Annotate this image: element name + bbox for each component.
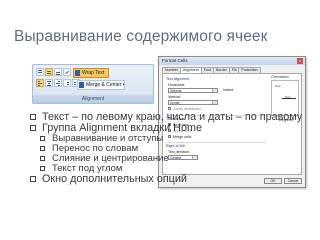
orientation-heading: Orientation bbox=[271, 75, 289, 79]
vertical-align-row bbox=[36, 68, 71, 77]
slide-title: Выравнивание содержимого ячеек bbox=[14, 28, 268, 45]
justify-distributed-checkbox[interactable] bbox=[168, 107, 171, 110]
orientation-icon[interactable] bbox=[63, 68, 71, 76]
merge-center-button[interactable]: Merge & Center ▾ bbox=[77, 80, 125, 90]
square-bullet-icon bbox=[40, 136, 45, 141]
vertical-label: Vertical: bbox=[168, 95, 181, 99]
list-item-text: Окно дополнительных опций bbox=[42, 173, 187, 185]
dialog-title: Format Cells bbox=[159, 57, 305, 65]
align-left-icon[interactable] bbox=[36, 79, 44, 87]
bullet-list: Текст – по левому краю, числа и даты – п… bbox=[30, 112, 310, 185]
wrap-text-button[interactable]: Wrap Text bbox=[73, 68, 109, 78]
wrap-text-label: Wrap Text bbox=[82, 70, 105, 76]
ribbon-alignment-group: Wrap Text Merge & Center ▾ Alignment bbox=[32, 64, 154, 104]
merge-center-label: Merge & Center bbox=[86, 82, 122, 88]
list-item-text: Группа Alignment вкладки Home bbox=[42, 122, 202, 134]
vertical-text-sample[interactable]: Text bbox=[275, 84, 281, 88]
vertical-select[interactable]: Center bbox=[168, 100, 218, 105]
list-item-text: Текст – по левому краю, числа и даты – п… bbox=[42, 111, 303, 123]
indent-label: Indent: bbox=[223, 88, 234, 92]
horizontal-select[interactable]: General bbox=[168, 88, 218, 93]
align-bottom-icon[interactable] bbox=[54, 68, 62, 76]
list-item: Окно дополнительных опций bbox=[30, 174, 310, 184]
decrease-indent-icon[interactable] bbox=[63, 79, 71, 87]
close-icon[interactable]: x bbox=[297, 58, 303, 64]
text-alignment-heading: Text alignment bbox=[166, 77, 190, 81]
horizontal-align-row bbox=[36, 79, 80, 88]
list-item: Текст – по левому краю, числа и даты – п… bbox=[30, 112, 310, 122]
square-bullet-icon bbox=[40, 156, 45, 161]
horizontal-label: Horizontal: bbox=[168, 83, 186, 87]
square-bullet-icon bbox=[40, 166, 45, 171]
list-item: Группа Alignment вкладки Home bbox=[30, 123, 310, 133]
align-middle-icon[interactable] bbox=[45, 68, 53, 76]
ribbon-group-label: Alignment bbox=[33, 95, 153, 103]
align-center-icon[interactable] bbox=[45, 79, 53, 87]
chevron-down-icon[interactable]: ▾ bbox=[123, 82, 124, 88]
square-bullet-icon bbox=[30, 176, 36, 182]
wrap-text-icon bbox=[75, 70, 80, 76]
align-top-icon[interactable] bbox=[36, 68, 44, 76]
merge-center-icon bbox=[79, 82, 84, 88]
square-bullet-icon bbox=[30, 114, 36, 120]
align-right-icon[interactable] bbox=[54, 79, 62, 87]
square-bullet-icon bbox=[40, 146, 45, 151]
orientation-needle[interactable] bbox=[282, 98, 296, 99]
square-bullet-icon bbox=[30, 125, 36, 131]
